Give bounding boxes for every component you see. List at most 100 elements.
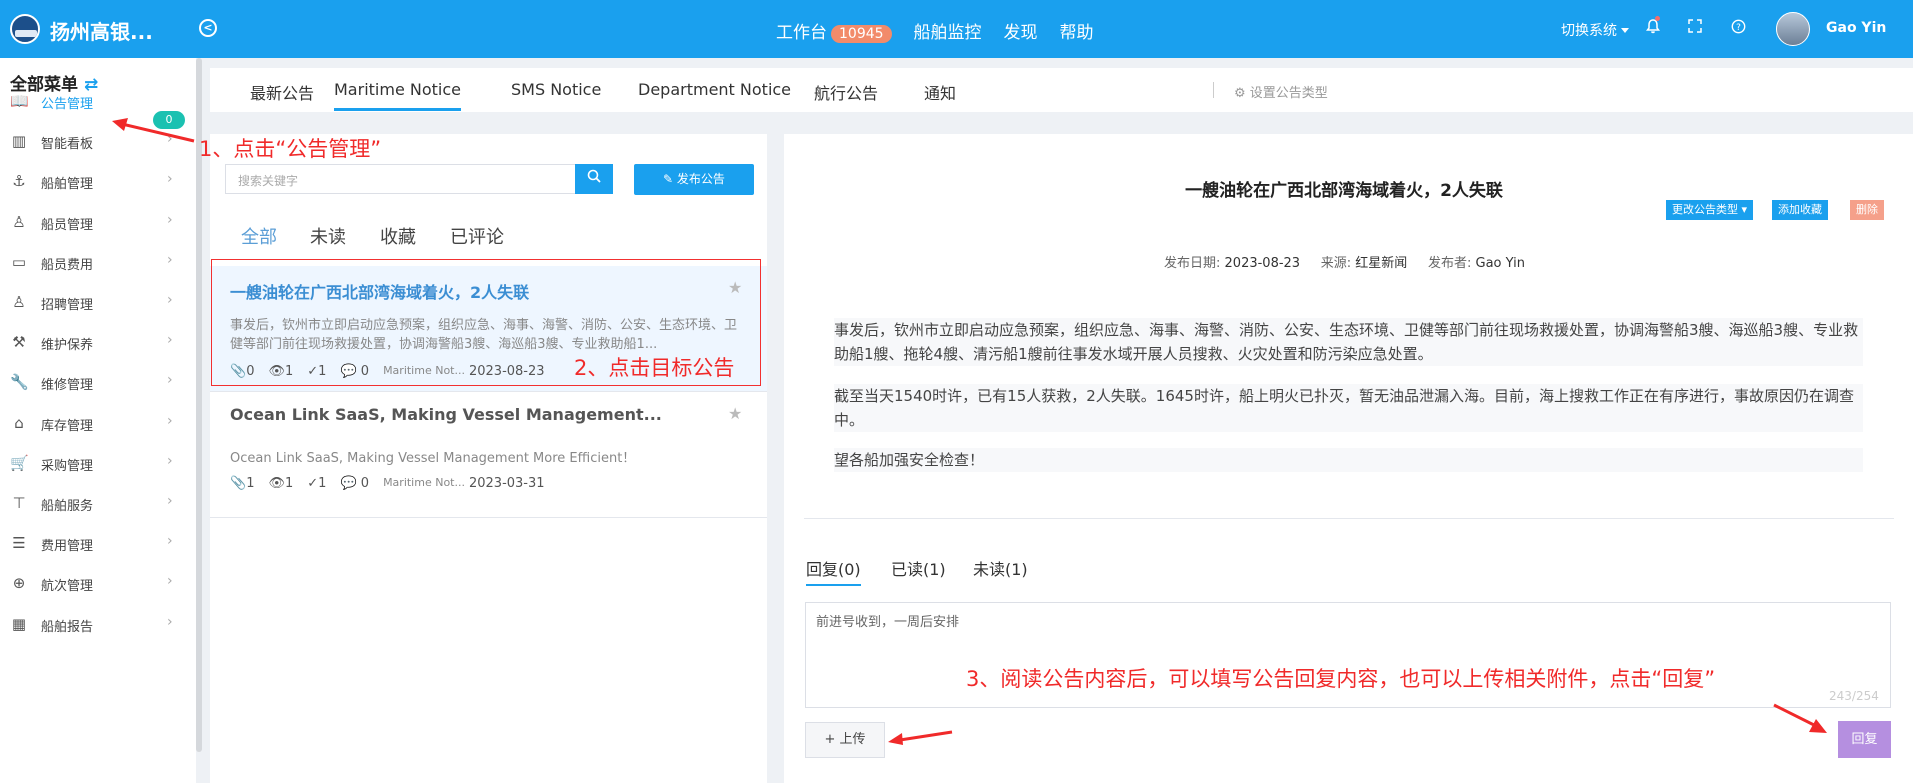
sidebar-item-label: 船员费用 [41,257,94,273]
paperclip-icon: 📎 [230,476,247,491]
notice-title: Ocean Link SaaS, Making Vessel Managemen… [230,405,662,424]
comment-icon: 💬 [340,476,357,491]
notice-list-panel: 搜索关键字 ✎ 发布公告 全部 未读 收藏 已评论 一艘油轮在广西北部湾海域着火… [210,134,767,783]
chevron-right-icon: › [167,573,173,590]
app-title: 扬州高银... [50,20,153,44]
workbench-badge: 10945 [831,25,892,43]
sidebar-item-label: 船舶服务 [41,499,94,514]
chevron-right-icon: › [167,292,173,308]
bar-chart-icon: ▥ [11,132,27,151]
read-icon: ✓ [307,476,319,491]
notice-date: 2023-03-31 [468,476,545,491]
caret-down-icon: ▾ [1741,203,1748,216]
filter-commented[interactable]: 已评论 [450,223,504,249]
annotation-step3: 3、阅读公告内容后，可以填写公告回复内容，也可以上传相关附件，点击“回复” [966,667,1716,691]
reply-button[interactable]: 回复 [1838,721,1891,758]
search-button[interactable] [575,164,613,194]
book-icon: 📖 [10,92,29,110]
sidebar-item-label: 库存管理 [41,418,94,434]
tab-unread[interactable]: 未读(1) [973,556,1028,580]
tab-read[interactable]: 已读(1) [891,556,946,580]
chevron-right-icon: › [167,372,173,389]
detail-title: 一艘油轮在广西北部湾海域着火，2人失联 [1185,181,1503,201]
chevron-right-icon: › [167,171,173,188]
sidebar-item-label: 招聘管理 [41,298,94,313]
coins-icon: ☰ [12,534,26,553]
person-icon: ♙ [12,212,26,231]
detail-paragraph: 截至当天1540时许，已有15人获救，2人失联。1645时许，船上明火已扑灭，暂… [834,384,1863,432]
bell-icon[interactable] [1646,19,1660,38]
nav-discover[interactable]: 发现 [1004,18,1038,43]
divider [804,518,1894,519]
switch-system-button[interactable]: 切换系统 [1561,20,1629,40]
wrench-icon: 🔧 [10,373,29,392]
char-counter: 243/254 [1829,689,1879,703]
cart-icon: 🛒 [10,453,29,472]
sidebar-item[interactable]: ▦ 船舶报告 › [0,600,190,649]
publish-notice-button[interactable]: ✎ 发布公告 [634,164,754,195]
tab-replies[interactable]: 回复(0) [806,556,861,586]
filter-all[interactable]: 全部 [241,223,277,249]
chevron-right-icon: › [167,211,173,228]
logo [10,14,40,44]
search-icon [587,169,601,183]
tab-sms-notice[interactable]: SMS Notice [511,80,601,99]
notice-type-tabs: 最新公告 Maritime Notice SMS Notice Departme… [210,68,1913,112]
notice-summary: Ocean Link SaaS, Making Vessel Managemen… [230,451,636,466]
detail-meta: 发布日期: 2023-08-23 来源: 红星新闻 发布者: Gao Yin [1164,256,1525,271]
chevron-right-icon: › [167,332,173,349]
chevron-right-icon: › [167,412,173,429]
anchor-icon: ⚓ [12,172,26,191]
tab-settings-button[interactable]: ⚙ 设置公告类型 [1234,82,1328,101]
notice-meta: 📎1 👁1 ✓1 💬 0 Maritime Not... 2023-03-31 [230,476,545,491]
filter-favorites[interactable]: 收藏 [380,223,416,249]
caret-down-icon [1621,27,1629,33]
star-icon[interactable]: ★ [728,404,742,423]
sidebar-item-label: 采购管理 [41,458,94,474]
chevron-right-icon: › [167,452,173,469]
tab-maritime-notice[interactable]: Maritime Notice [334,80,461,111]
globe-icon: ⊕ [12,574,26,593]
sidebar-item-label: 智能看板 [41,137,94,153]
search-input[interactable]: 搜索关键字 [225,164,575,194]
warehouse-icon: ⌂ [14,413,24,432]
sidebar-item-label: 船员管理 [41,217,94,233]
collapse-sidebar-icon[interactable]: < [199,19,217,37]
top-bar: 扬州高银... < 工作台 10945 船舶监控 发现 帮助 切换系统 ? Gao… [0,0,1913,58]
chevron-right-icon: › [167,251,173,268]
tab-notification[interactable]: 通知 [924,80,956,104]
filter-unread[interactable]: 未读 [310,223,346,249]
fullscreen-icon[interactable] [1688,19,1702,37]
tab-latest[interactable]: 最新公告 [250,80,314,104]
sidebar: 全部菜单 ⇄ 0 📖 公告管理 ▥ 智能看板 › ⚓ 船舶管理 › ♙ 船员管理 › ▭ 船员费用 › ♙ 招聘… [0,58,196,783]
notice-item[interactable]: Ocean Link SaaS, Making Vessel Managemen… [210,392,767,518]
recruit-icon: ♙ [12,293,26,311]
tab-divider [1213,82,1214,98]
notification-dot [1655,16,1660,21]
change-type-button[interactable]: 更改公告类型 ▾ [1666,200,1754,220]
add-favorite-button[interactable]: 添加收藏 [1772,200,1828,220]
wallet-icon: ▭ [11,252,27,271]
nav-help[interactable]: 帮助 [1060,18,1094,43]
chevron-right-icon: › [167,493,173,509]
nav-ship-monitor[interactable]: 船舶监控 [914,18,982,43]
detail-paragraph: 望各船加强安全检查！ [834,448,1863,472]
tool-icon: ⚒ [12,333,26,352]
tab-navigation-notice[interactable]: 航行公告 [814,80,878,104]
avatar[interactable] [1776,12,1810,46]
svg-text:?: ? [1736,23,1741,33]
top-nav: 工作台 10945 船舶监控 发现 帮助 [776,18,1094,43]
sidebar-item-label: 维修管理 [41,378,94,394]
help-circle-icon[interactable]: ? [1731,19,1746,38]
eye-icon: 👁 [268,476,285,491]
tab-department-notice[interactable]: Department Notice [638,80,791,99]
sidebar-item-label: 费用管理 [41,539,94,555]
sidebar-item-label: 船舶报告 [41,619,94,635]
nav-workbench[interactable]: 工作台 10945 [776,18,892,43]
edit-icon: ✎ [663,172,677,186]
annotation-arrow [1773,703,1827,733]
delete-button[interactable]: 删除 [1850,200,1884,220]
upload-button[interactable]: + 上传 [805,722,885,758]
sidebar-item-label: 航次管理 [41,579,94,595]
user-name[interactable]: Gao Yin [1826,20,1886,36]
